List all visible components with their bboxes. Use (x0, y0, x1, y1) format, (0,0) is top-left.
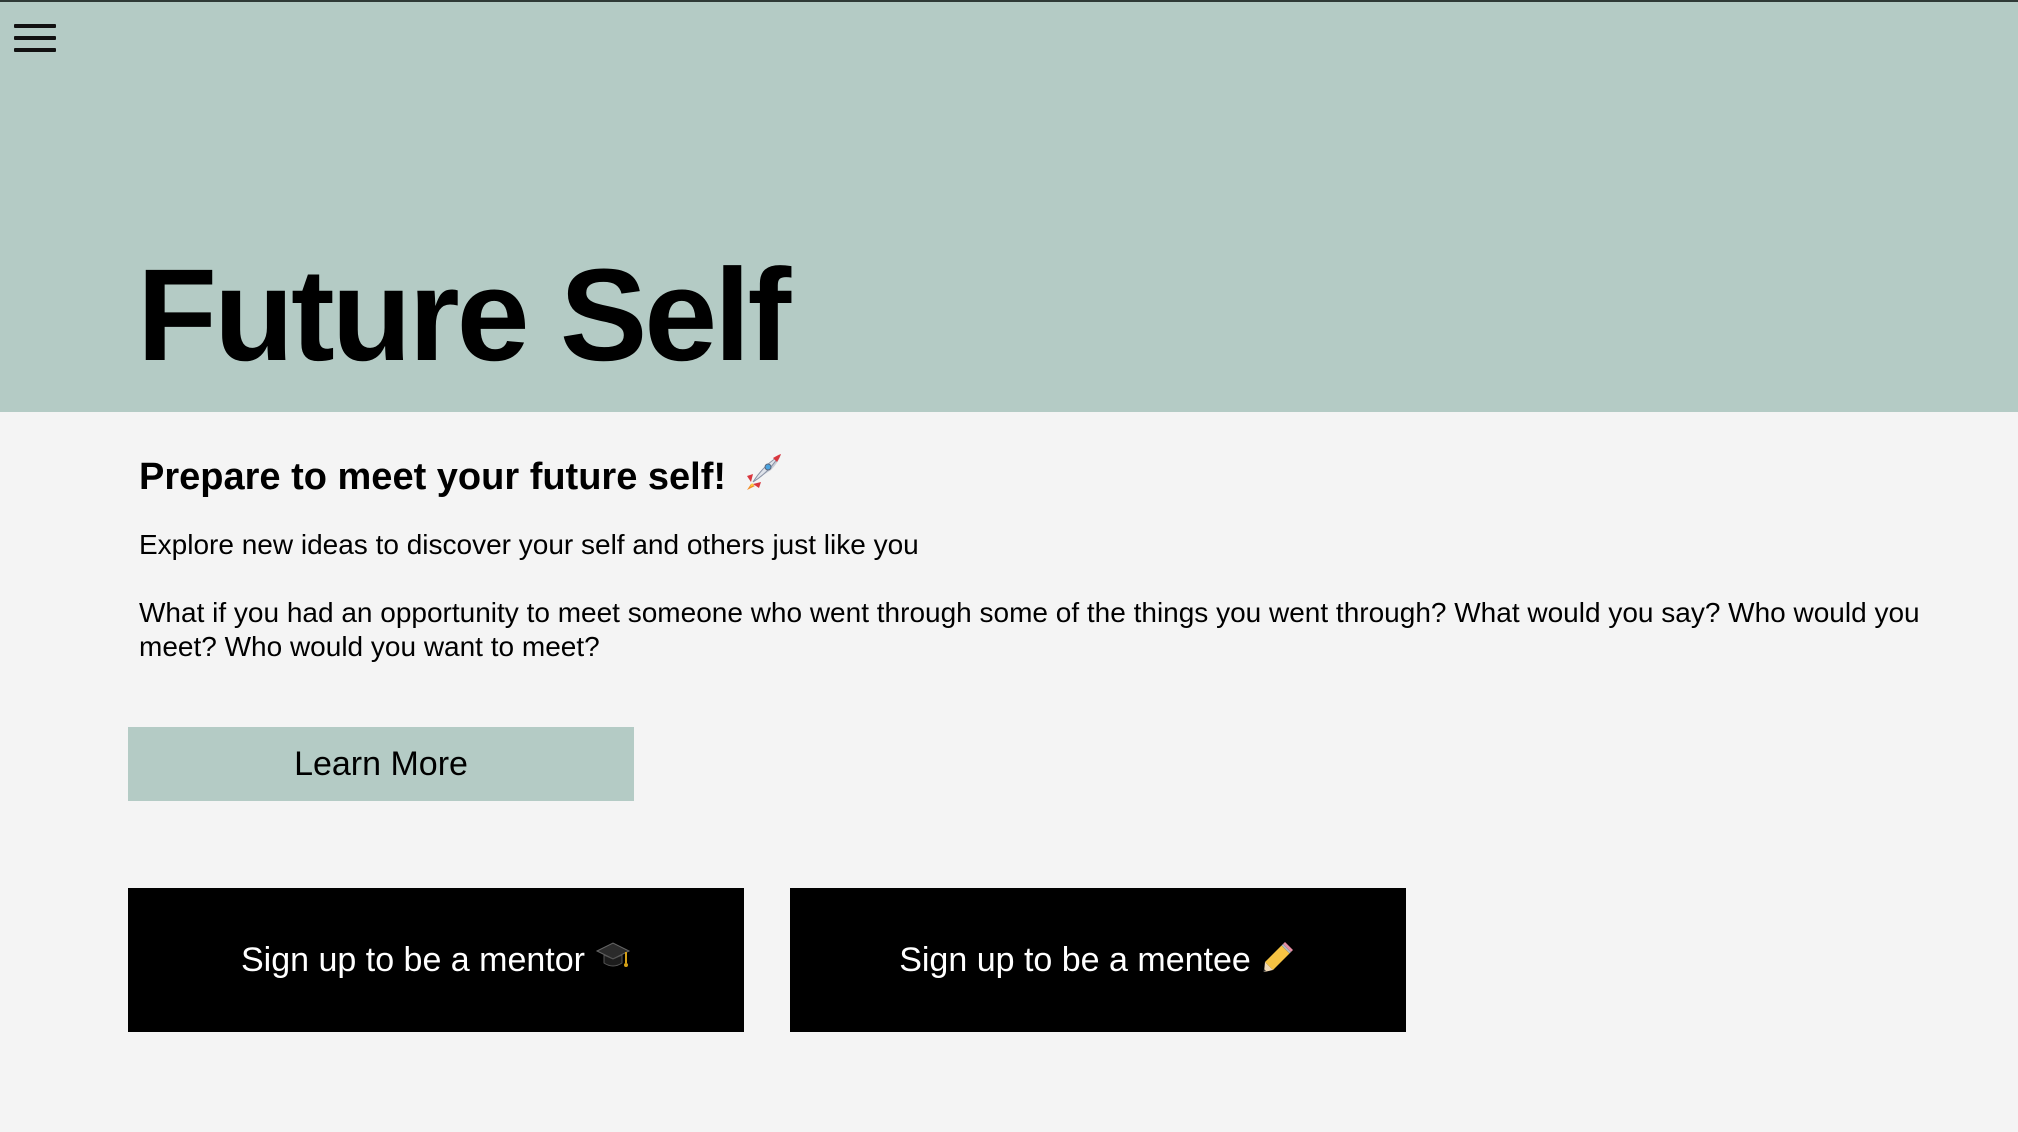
graduation-cap-icon (595, 939, 631, 982)
hamburger-menu-icon (14, 24, 56, 52)
signup-mentee-button[interactable]: Sign up to be a mentee (790, 888, 1406, 1032)
signup-mentee-label: Sign up to be a mentee (899, 940, 1251, 979)
learn-more-button[interactable]: Learn More (128, 727, 634, 801)
site-title: Future Self (137, 241, 791, 388)
signup-mentor-button[interactable]: Sign up to be a mentor (128, 888, 744, 1032)
rocket-icon (743, 452, 783, 505)
main-content: Prepare to meet your future self! Explor… (0, 412, 2018, 1132)
lead-text: Explore new ideas to discover your self … (139, 529, 919, 560)
hero-header: Future Self (0, 2, 2018, 412)
page-subtitle-text: Prepare to meet your future self! (139, 456, 727, 498)
page-subtitle: Prepare to meet your future self! (139, 452, 783, 505)
signup-mentor-label: Sign up to be a mentor (240, 940, 585, 979)
intro-paragraph: What if you had an opportunity to meet s… (139, 597, 1920, 662)
pencil-icon (1261, 938, 1297, 983)
menu-button[interactable] (14, 24, 56, 54)
